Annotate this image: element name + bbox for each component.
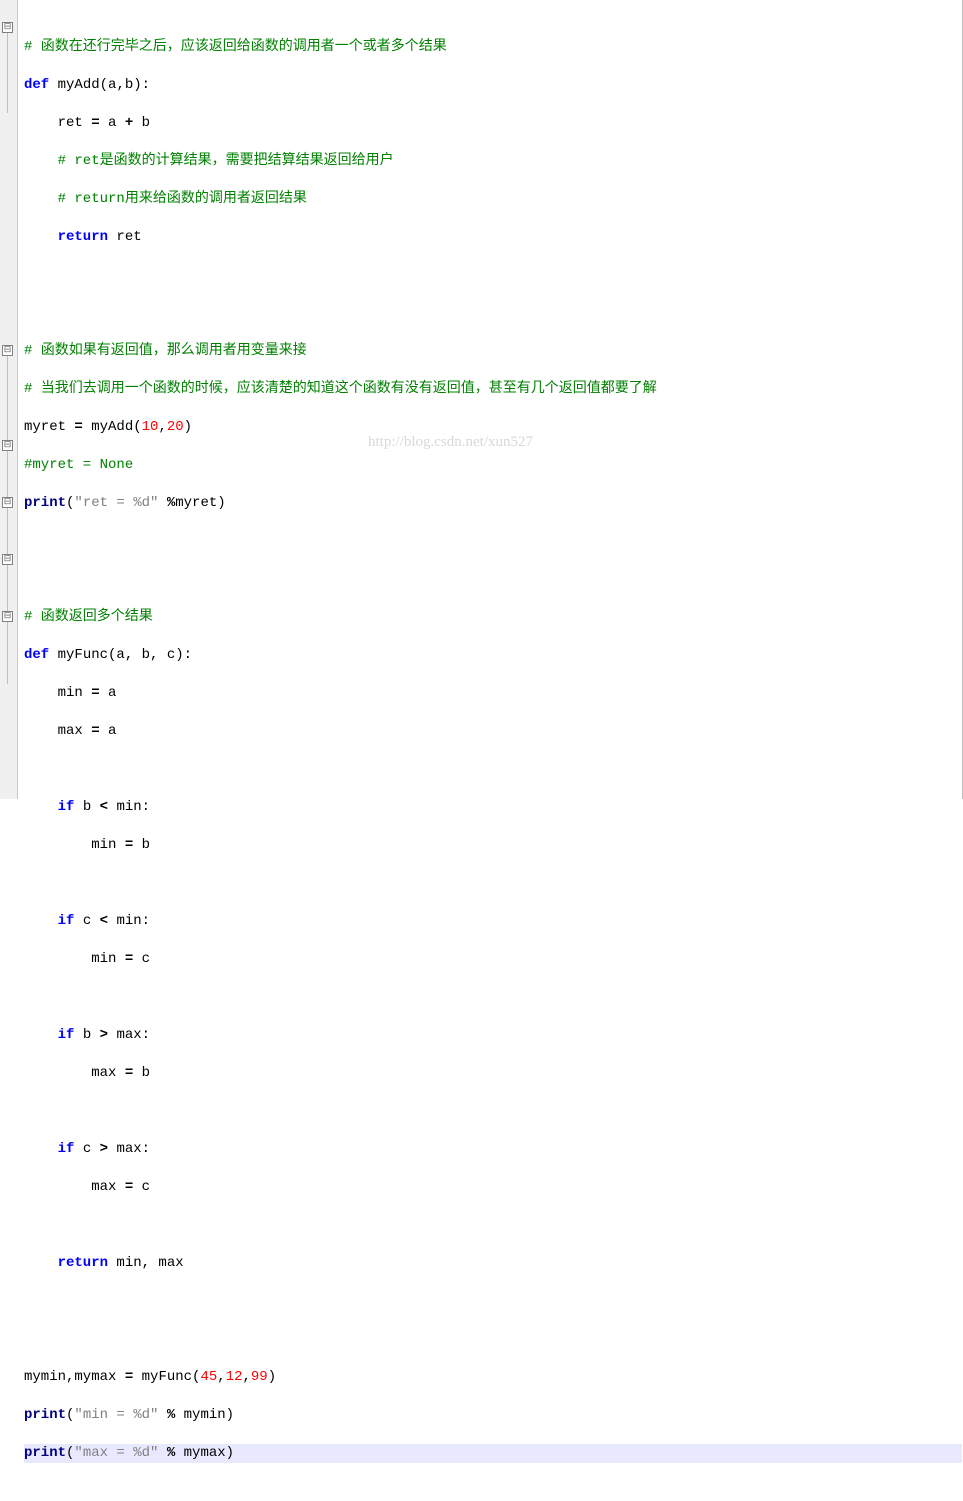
code-text: mymin,mymax <box>24 1369 125 1385</box>
fold-line <box>7 33 8 113</box>
string-literal: "min = %d" <box>74 1407 158 1423</box>
code-text: b <box>74 799 99 815</box>
code-text: min: <box>108 913 150 929</box>
operator: < <box>100 799 108 815</box>
keyword-return: return <box>24 1255 108 1271</box>
code-text: myFunc( <box>133 1369 200 1385</box>
fold-marker-icon[interactable]: ⊟ <box>2 440 13 451</box>
fold-marker-icon[interactable]: ⊟ <box>2 497 13 508</box>
code-text: max <box>24 1065 125 1081</box>
operator: < <box>100 913 108 929</box>
paren-open: ( <box>66 1445 74 1461</box>
code-comment: #myret = None <box>24 457 133 473</box>
params: (a,b): <box>100 77 150 93</box>
keyword-return: return <box>24 229 108 245</box>
fold-marker-icon[interactable]: ⊟ <box>2 345 13 356</box>
operator: = <box>125 1065 133 1081</box>
code-text: max: <box>108 1027 150 1043</box>
code-text: myret) <box>175 495 225 511</box>
fold-gutter: ⊟ ⊟ ⊟ ⊟ ⊟ ⊟ <box>0 0 18 799</box>
code-text: min: <box>108 799 150 815</box>
paren-close: ) <box>268 1369 276 1385</box>
func-name: myAdd <box>49 77 99 93</box>
code-comment: # ret是函数的计算结果，需要把结算结果返回给用户 <box>24 153 394 169</box>
code-comment: # 函数如果有返回值，那么调用者用变量来接 <box>24 343 307 359</box>
code-text: max: <box>108 1141 150 1157</box>
keyword-if: if <box>24 799 74 815</box>
code-text: max <box>24 1179 125 1195</box>
code-text: myAdd( <box>83 419 142 435</box>
code-text: a <box>100 723 117 739</box>
code-text: c <box>74 913 99 929</box>
number-literal: 12 <box>226 1369 243 1385</box>
code-text: b <box>133 115 150 131</box>
code-text: b <box>74 1027 99 1043</box>
operator: % <box>158 495 175 511</box>
operator: > <box>100 1027 108 1043</box>
fold-marker-icon[interactable]: ⊟ <box>2 22 13 33</box>
keyword-if: if <box>24 1027 74 1043</box>
code-text: mymin) <box>184 1407 234 1423</box>
code-text: max <box>24 723 91 739</box>
fold-marker-icon[interactable]: ⊟ <box>2 611 13 622</box>
operator: = <box>125 837 133 853</box>
fold-line <box>7 356 8 684</box>
comma: , <box>217 1369 225 1385</box>
operator: = <box>91 685 99 701</box>
code-content[interactable]: http://blog.csdn.net/xun527 # 函数在还行完毕之后，… <box>18 0 962 799</box>
code-text: c <box>74 1141 99 1157</box>
operator: = <box>74 419 82 435</box>
operator: = <box>91 115 99 131</box>
code-comment: # 当我们去调用一个函数的时候，应该清楚的知道这个函数有没有返回值，甚至有几个返… <box>24 381 657 397</box>
string-literal: "max = %d" <box>74 1445 158 1461</box>
code-text: c <box>133 1179 150 1195</box>
number-literal: 45 <box>200 1369 217 1385</box>
code-text: myret <box>24 419 74 435</box>
code-text: mymax) <box>184 1445 234 1461</box>
code-comment: # return用来给函数的调用者返回结果 <box>24 191 307 207</box>
builtin-print: print <box>24 1407 66 1423</box>
operator: = <box>125 1369 133 1385</box>
keyword-def: def <box>24 647 49 663</box>
keyword-if: if <box>24 913 74 929</box>
code-text: ret <box>108 229 142 245</box>
code-text: min <box>24 685 91 701</box>
code-text: b <box>133 1065 150 1081</box>
comma: , <box>158 419 166 435</box>
code-text: a <box>100 685 117 701</box>
params: (a, b, c): <box>108 647 192 663</box>
code-comment: # 函数返回多个结果 <box>24 609 153 625</box>
func-name: myFunc <box>49 647 108 663</box>
code-text: min <box>24 951 125 967</box>
operator: = <box>91 723 99 739</box>
code-comment: # 函数在还行完毕之后，应该返回给函数的调用者一个或者多个结果 <box>24 39 447 55</box>
code-text: b <box>133 837 150 853</box>
number-literal: 20 <box>167 419 184 435</box>
code-editor[interactable]: ⊟ ⊟ ⊟ ⊟ ⊟ ⊟ http://blog.csdn.net/xun527 … <box>0 0 962 799</box>
fold-marker-icon[interactable]: ⊟ <box>2 554 13 565</box>
code-text: ret <box>24 115 91 131</box>
keyword-if: if <box>24 1141 74 1157</box>
paren-open: ( <box>66 1407 74 1423</box>
string-literal: "ret = %d" <box>74 495 158 511</box>
builtin-print: print <box>24 1445 66 1461</box>
operator: > <box>100 1141 108 1157</box>
code-text: c <box>133 951 150 967</box>
paren-close: ) <box>184 419 192 435</box>
code-text: a <box>100 115 125 131</box>
builtin-print: print <box>24 495 66 511</box>
code-text: min <box>24 837 125 853</box>
operator: + <box>125 115 133 131</box>
operator: % <box>158 1445 183 1461</box>
code-text: min, max <box>108 1255 184 1271</box>
operator: = <box>125 1179 133 1195</box>
comma: , <box>242 1369 250 1385</box>
number-literal: 99 <box>251 1369 268 1385</box>
operator: % <box>158 1407 183 1423</box>
operator: = <box>125 951 133 967</box>
keyword-def: def <box>24 77 49 93</box>
number-literal: 10 <box>142 419 159 435</box>
